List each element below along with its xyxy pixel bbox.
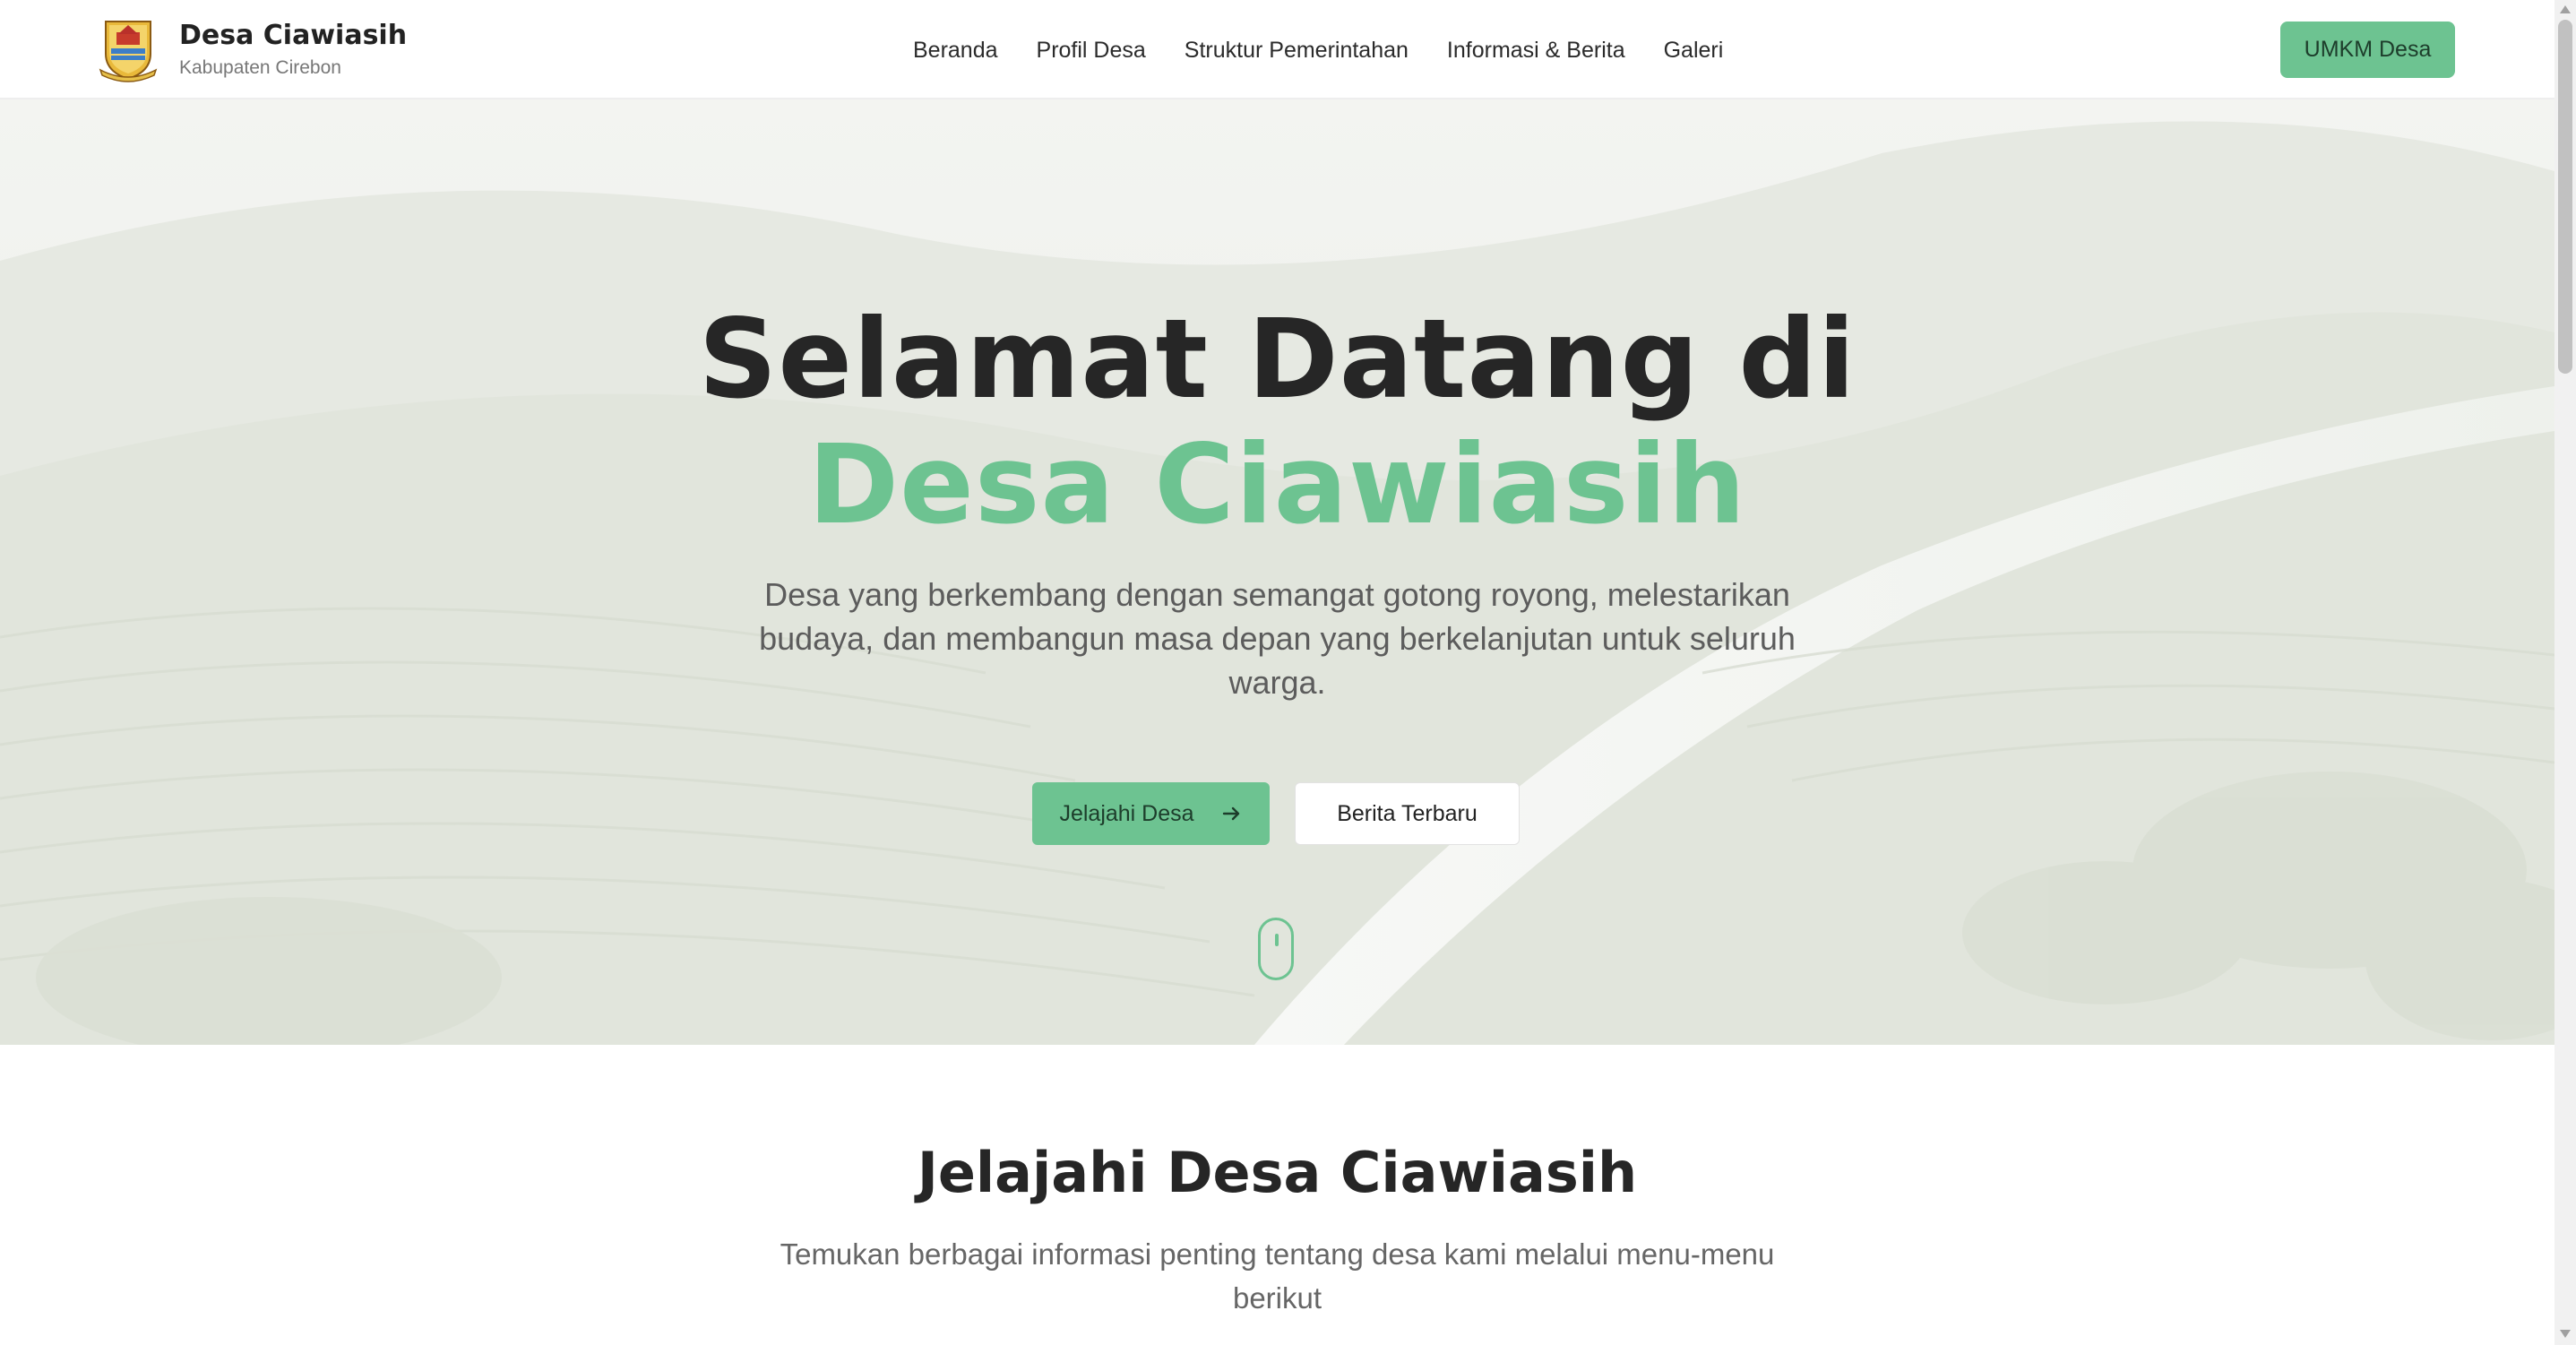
hero-section: Selamat Datang di Desa Ciawiasih Desa ya… [0, 99, 2554, 1045]
top-navbar: Desa Ciawiasih Kabupaten Cirebon Beranda… [0, 0, 2554, 99]
nav-item-informasi-berita[interactable]: Informasi & Berita [1447, 38, 1625, 64]
main-nav: Beranda Profil Desa Struktur Pemerintaha… [913, 32, 1723, 68]
scrollbar-thumb[interactable] [2558, 20, 2572, 374]
latest-news-button[interactable]: Berita Terbaru [1295, 782, 1520, 845]
explore-village-label: Jelajahi Desa [1059, 800, 1194, 826]
explore-section-title: Jelajahi Desa Ciawiasih [917, 1140, 1638, 1205]
village-emblem-icon [99, 21, 158, 82]
nav-item-profil-desa[interactable]: Profil Desa [1037, 38, 1146, 64]
arrow-right-icon [1222, 806, 1239, 821]
explore-village-button[interactable]: Jelajahi Desa [1032, 782, 1270, 845]
mouse-scroll-icon[interactable] [1258, 918, 1294, 980]
explore-section-description: Temukan berbagai informasi penting tenta… [780, 1237, 1775, 1315]
nav-item-beranda[interactable]: Beranda [913, 38, 998, 64]
hero-title: Selamat Datang di Desa Ciawiasih [0, 297, 2554, 547]
umkm-desa-button[interactable]: UMKM Desa [2280, 22, 2455, 78]
mouse-wheel [1275, 934, 1279, 946]
scroll-down-icon[interactable] [2560, 1330, 2571, 1338]
page-scrollbar[interactable] [2554, 0, 2576, 1345]
brand-name: Desa Ciawiasih [179, 20, 408, 51]
hero-description: Desa yang berkembang dengan semangat got… [759, 576, 1796, 701]
nav-item-galeri[interactable]: Galeri [1664, 38, 1724, 64]
scroll-up-icon[interactable] [2560, 5, 2571, 13]
hero-title-line1: Selamat Datang di [698, 296, 1857, 423]
nav-item-struktur-pemerintahan[interactable]: Struktur Pemerintahan [1185, 38, 1409, 64]
brand-subtitle: Kabupaten Cirebon [179, 57, 341, 78]
hero-title-village-name: Desa Ciawiasih [807, 421, 1747, 548]
brand[interactable]: Desa Ciawiasih Kabupaten Cirebon [99, 16, 407, 82]
